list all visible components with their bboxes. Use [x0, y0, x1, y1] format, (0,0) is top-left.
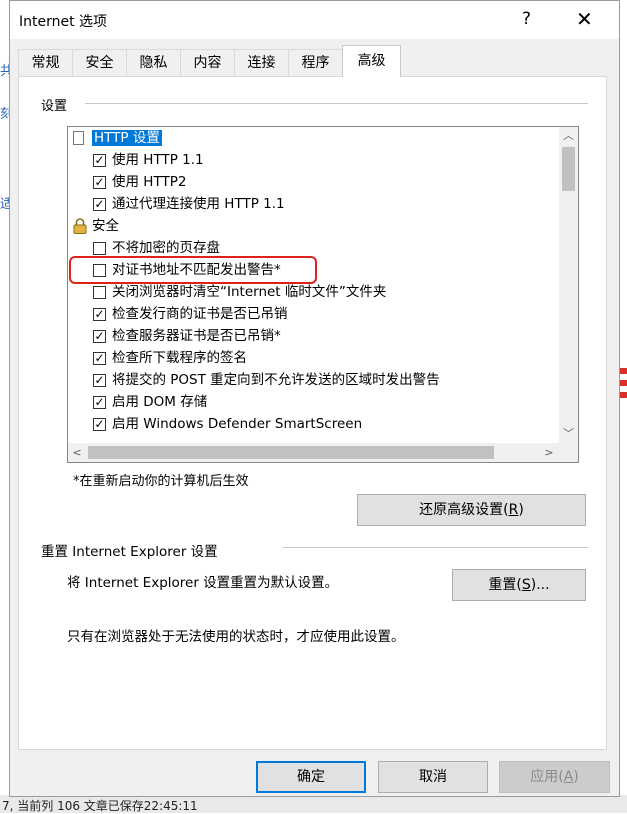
group-divider — [283, 547, 588, 548]
background-status-bar: 7, 当前列 106 文章已保存22:45:11 — [0, 795, 627, 813]
reset-button[interactable]: 重置(S)... — [452, 569, 586, 601]
help-button[interactable]: ? — [522, 9, 531, 29]
checkbox[interactable] — [93, 176, 106, 189]
restart-note: *在重新启动你的计算机后生效 — [73, 474, 249, 489]
checkbox[interactable] — [93, 352, 106, 365]
vertical-scrollbar[interactable]: ︿ ﹀ — [559, 127, 578, 445]
checkbox[interactable] — [93, 286, 106, 299]
list-item-label: 检查所下载程序的签名 — [112, 350, 247, 366]
checkbox[interactable] — [93, 308, 106, 321]
checkbox[interactable] — [93, 374, 106, 387]
annotation-highlight-box — [69, 256, 317, 284]
apply-button[interactable]: 应用(A) — [499, 761, 610, 793]
ok-button[interactable]: 确定 — [256, 761, 366, 793]
list-item-label: 使用 HTTP2 — [112, 174, 187, 190]
cancel-button[interactable]: 取消 — [378, 761, 488, 793]
tab-programs[interactable]: 程序 — [288, 49, 343, 76]
button-mnemonic: S — [521, 577, 531, 593]
list-item-label: 启用 Windows Defender SmartScreen — [112, 416, 363, 432]
background-decoration — [619, 392, 627, 398]
reset-description: 将 Internet Explorer 设置重置为默认设置。 — [67, 575, 339, 591]
scrollbar-thumb[interactable] — [562, 147, 575, 191]
button-label-suffix: ) — [573, 769, 579, 785]
list-item-label: 使用 HTTP 1.1 — [112, 152, 204, 168]
scroll-up-icon[interactable]: ︿ — [559, 127, 578, 145]
scroll-left-icon[interactable]: < — [68, 443, 86, 462]
checkbox[interactable] — [93, 198, 106, 211]
reset-group-label: 重置 Internet Explorer 设置 — [41, 544, 218, 560]
tab-general[interactable]: 常规 — [18, 49, 73, 76]
lock-icon — [73, 218, 87, 234]
list-item-label: 将提交的 POST 重定向到不允许发送的区域时发出警告 — [112, 372, 440, 388]
settings-group-label: 设置 — [41, 99, 68, 114]
background-decoration — [619, 368, 627, 374]
checkbox[interactable] — [93, 154, 106, 167]
internet-options-dialog: Internet 选项 ? ✕ 常规 安全 隐私 内容 连接 程序 高级 设置 … — [9, 0, 620, 797]
status-text: 7, 当前列 106 文章已保存22:45:11 — [2, 799, 198, 813]
background-decoration — [619, 380, 627, 386]
horizontal-scrollbar[interactable]: < > — [68, 443, 559, 462]
tab-security[interactable]: 安全 — [72, 49, 127, 76]
scroll-down-icon[interactable]: ﹀ — [559, 425, 578, 443]
checkbox[interactable] — [93, 396, 106, 409]
list-item-label: 检查服务器证书是否已吊销* — [112, 328, 281, 344]
tab-content[interactable]: 内容 — [180, 49, 235, 76]
checkbox[interactable] — [93, 242, 106, 255]
window-title: Internet 选项 — [19, 14, 108, 30]
list-item-label: 关闭浏览器时清空“Internet 临时文件”文件夹 — [112, 284, 387, 300]
checkbox[interactable] — [93, 330, 106, 343]
close-button[interactable]: ✕ — [576, 7, 593, 31]
group-divider — [85, 103, 588, 104]
button-label-suffix: ) — [518, 502, 524, 518]
button-mnemonic: A — [563, 769, 574, 785]
advanced-tab-panel: 设置 HTTP 设置 使用 HTTP 1.1 使用 HTTP2 通过代理连接使用… — [18, 76, 607, 750]
scroll-right-icon[interactable]: > — [540, 443, 558, 462]
settings-list[interactable]: HTTP 设置 使用 HTTP 1.1 使用 HTTP2 通过代理连接使用 HT… — [67, 126, 579, 463]
tab-privacy[interactable]: 隐私 — [126, 49, 181, 76]
list-item-label: 启用 DOM 存储 — [112, 394, 208, 410]
checkbox[interactable] — [93, 418, 106, 431]
button-mnemonic: R — [508, 502, 519, 518]
scrollbar-corner — [559, 443, 578, 462]
tab-connections[interactable]: 连接 — [234, 49, 289, 76]
button-label: 重置( — [488, 577, 522, 593]
restore-advanced-settings-button[interactable]: 还原高级设置(R) — [357, 494, 586, 526]
title-bar[interactable]: Internet 选项 ? ✕ — [10, 1, 619, 39]
list-item-label: 通过代理连接使用 HTTP 1.1 — [112, 196, 285, 212]
page-icon — [73, 131, 84, 145]
scrollbar-thumb[interactable] — [88, 446, 494, 459]
list-item-label: 检查发行商的证书是否已吊销 — [112, 306, 288, 322]
reset-warning: 只有在浏览器处于无法使用的状态时，才应使用此设置。 — [67, 629, 405, 645]
button-label-suffix: )... — [530, 577, 550, 593]
tab-advanced[interactable]: 高级 — [342, 45, 401, 77]
button-label: 还原高级设置( — [419, 502, 509, 518]
button-label: 应用( — [530, 769, 564, 785]
list-item-label: 安全 — [92, 218, 119, 234]
list-item-label: HTTP 设置 — [92, 130, 162, 146]
